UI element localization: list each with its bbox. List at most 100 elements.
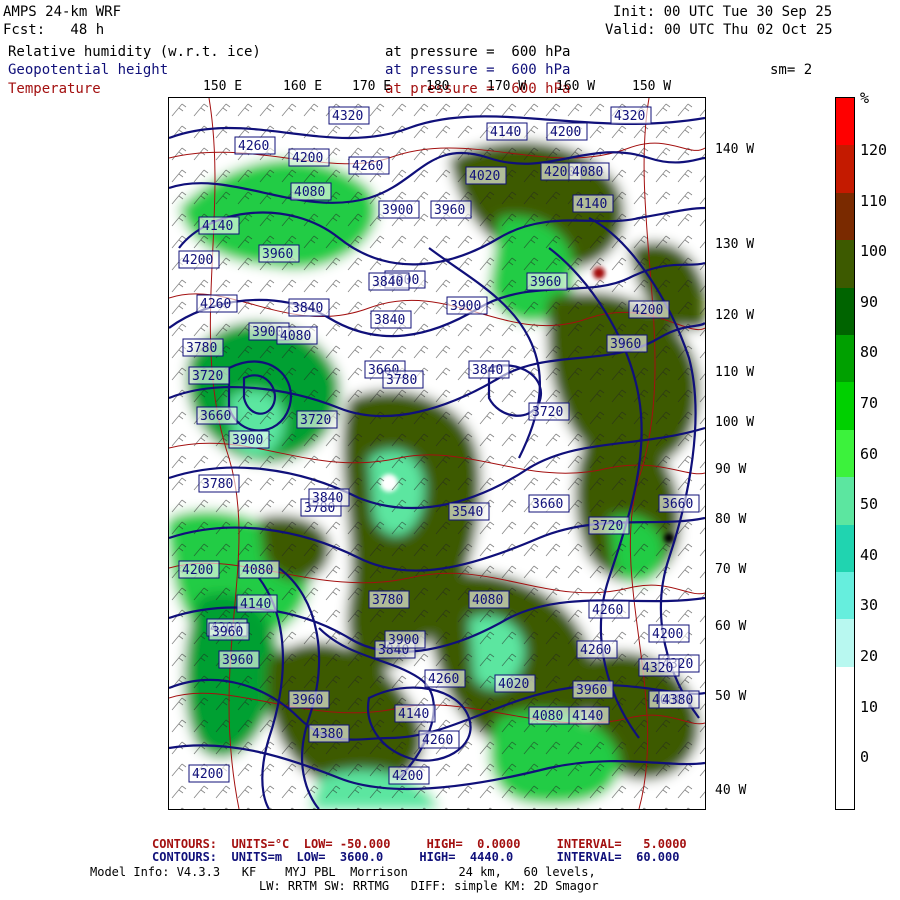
svg-text:3660: 3660: [200, 409, 231, 424]
lat-label: 140 W: [715, 142, 755, 157]
height-label: 3900: [446, 296, 488, 315]
lat-label: 60 W: [715, 619, 747, 634]
height-label: 4080: [238, 560, 280, 579]
svg-text:3660: 3660: [532, 497, 563, 512]
footer-height-line: CONTOURS: UNITS=m LOW= 3600.0 HIGH= 4440…: [152, 851, 679, 864]
svg-text:3780: 3780: [372, 593, 403, 608]
svg-text:4080: 4080: [532, 709, 563, 724]
svg-text:3900: 3900: [450, 299, 481, 314]
svg-text:4080: 4080: [280, 329, 311, 344]
svg-text:4200: 4200: [182, 563, 213, 578]
colorbar-tick-label: 120: [860, 141, 888, 159]
lat-label: 110 W: [715, 365, 755, 380]
svg-text:4140: 4140: [490, 125, 521, 140]
height-label: 4140: [572, 194, 614, 213]
lon-label: 150 E: [203, 79, 243, 94]
lat-label: 80 W: [715, 512, 747, 527]
lat-label: 40 W: [715, 783, 747, 798]
svg-text:4140: 4140: [576, 197, 607, 212]
svg-text:4380: 4380: [662, 693, 693, 708]
colorbar-band: [836, 145, 854, 193]
colorbar-band: [836, 572, 854, 620]
height-label: 4320: [638, 658, 680, 677]
svg-text:4260: 4260: [200, 297, 231, 312]
height-label: 3960: [606, 334, 648, 353]
svg-text:3840: 3840: [292, 301, 323, 316]
lat-label: 70 W: [715, 562, 747, 577]
svg-text:4200: 4200: [632, 303, 663, 318]
svg-text:4200: 4200: [182, 253, 213, 268]
svg-text:3900: 3900: [232, 433, 263, 448]
lon-label: 170 W: [487, 79, 527, 94]
lon-label: 180: [426, 79, 450, 94]
svg-text:4080: 4080: [242, 563, 273, 578]
colorbar-band: [836, 477, 854, 525]
height-label: 4140: [198, 216, 240, 235]
height-label: 4080: [290, 182, 332, 201]
height-label: 3960: [288, 690, 330, 709]
colorbar-tick-label: 60: [860, 444, 879, 463]
footer-height-low: LOW= 3600.0: [296, 850, 384, 864]
lat-label: 90 W: [715, 462, 747, 477]
svg-text:3960: 3960: [576, 683, 607, 698]
colorbar-tick-label: 90: [860, 292, 879, 311]
height-label: 3900: [384, 630, 426, 649]
svg-text:4260: 4260: [580, 643, 611, 658]
height-label: 4260: [196, 294, 238, 313]
map-svg: 4320 4140 4200 4320 4260 4200 4260 4200 4020 4080…: [169, 98, 705, 809]
height-label: 4200: [188, 764, 230, 783]
field-height-level: at pressure = 600 hPa: [385, 62, 571, 78]
height-label: 4200: [178, 250, 220, 269]
height-label: 4320: [610, 106, 652, 125]
height-label: 3840: [368, 272, 410, 291]
svg-text:4320: 4320: [332, 109, 363, 124]
footer-height-interval: INTERVAL= 60.000: [556, 850, 680, 864]
height-label: 3780: [382, 370, 424, 389]
height-label: 3720: [528, 402, 570, 421]
svg-text:4140: 4140: [398, 707, 429, 722]
svg-text:4380: 4380: [312, 727, 343, 742]
svg-text:4260: 4260: [238, 139, 269, 154]
footer-temp-low: LOW= -50.000: [303, 837, 391, 851]
svg-text:4080: 4080: [572, 165, 603, 180]
footer-height-high: HIGH= 4440.0: [419, 850, 514, 864]
height-label: 3900: [378, 200, 420, 219]
height-label: 3960: [258, 244, 300, 263]
svg-text:3960: 3960: [212, 625, 243, 640]
svg-text:3540: 3540: [452, 505, 483, 520]
svg-text:4200: 4200: [292, 151, 323, 166]
svg-text:3720: 3720: [192, 369, 223, 384]
forecast-hour: Fcst: 48 h: [3, 22, 105, 38]
svg-text:3840: 3840: [374, 313, 405, 328]
svg-text:3840: 3840: [372, 275, 403, 290]
footer-temp-interval: INTERVAL= 5.0000: [556, 837, 687, 851]
valid-time: Valid: 00 UTC Thu 02 Oct 25: [605, 22, 833, 38]
footer-temp-label: CONTOURS:: [152, 837, 218, 851]
svg-text:4080: 4080: [294, 185, 325, 200]
height-label: 4140: [568, 706, 610, 725]
height-label: 3960: [208, 622, 250, 641]
height-label: 3960: [430, 200, 472, 219]
height-label: 4200: [546, 122, 588, 141]
height-label: 3720: [188, 366, 230, 385]
svg-text:4140: 4140: [572, 709, 603, 724]
colorbar-band: [836, 714, 854, 762]
height-label: 4200: [648, 624, 690, 643]
colorbar-unit: %: [860, 89, 870, 107]
height-label: 3540: [448, 502, 490, 521]
lat-label: 130 W: [715, 237, 755, 252]
svg-text:3780: 3780: [386, 373, 417, 388]
height-label: 4020: [465, 166, 507, 185]
height-label: 3660: [528, 494, 570, 513]
colorbar-band: [836, 335, 854, 383]
colorbar: [835, 97, 855, 810]
lat-label: 50 W: [715, 689, 747, 704]
lon-label: 160 W: [556, 79, 596, 94]
lon-label: 160 E: [283, 79, 323, 94]
svg-text:3960: 3960: [262, 247, 293, 262]
height-label: 3660: [196, 406, 238, 425]
colorbar-tick-label: 10: [860, 697, 879, 716]
svg-text:3900: 3900: [388, 633, 419, 648]
svg-text:3900: 3900: [382, 203, 413, 218]
colorbar-tick-label: 70: [860, 394, 879, 412]
